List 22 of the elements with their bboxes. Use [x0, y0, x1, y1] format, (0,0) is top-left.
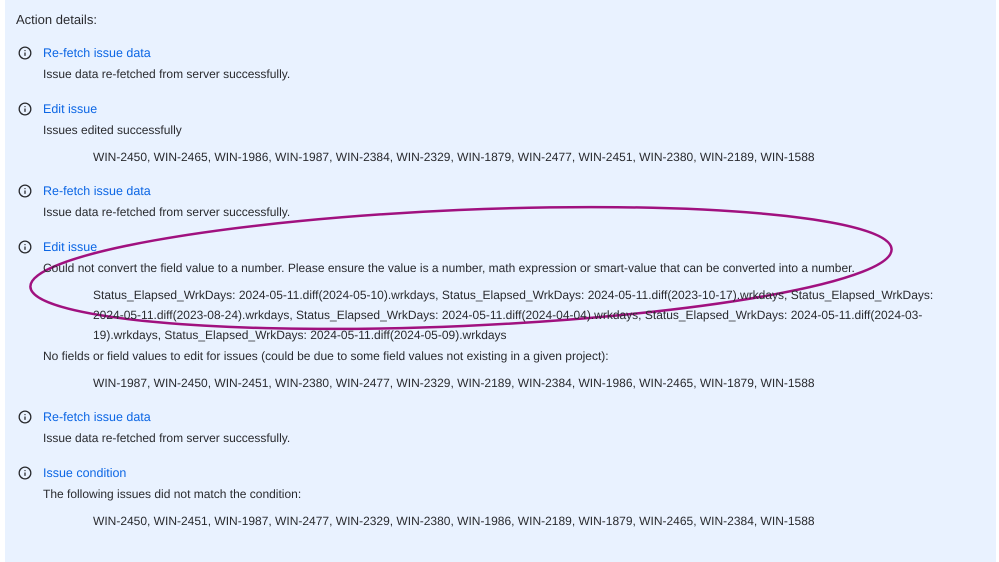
message-text: Issues edited successfully: [43, 122, 183, 139]
message-text: No fields or field values to edit for issues (could be due to some field values not existing in a given project):: [43, 348, 610, 365]
message-text: Issue data re-fetched from server successfully.: [43, 204, 290, 221]
detail-text: WIN-2450, WIN-2465, WIN-1986, WIN-1987, WIN-2384, WIN-2329, WIN-1879, WIN-2477, WIN-2451, WIN-2380, WIN-2189, WIN-1588: [92, 149, 816, 166]
info-icon: [18, 184, 32, 198]
info-icon: [18, 240, 32, 254]
message-text: Issue data re-fetched from server successfully.: [43, 430, 290, 447]
action-link[interactable]: Issue condition: [43, 463, 126, 483]
section-heading: Action details:: [16, 11, 98, 29]
info-icon: [18, 466, 32, 480]
action-link[interactable]: Re-fetch issue data: [43, 181, 151, 201]
action-link[interactable]: Edit issue: [43, 237, 98, 257]
message-text: The following issues did not match the condition:: [43, 486, 302, 503]
message-text: Issue data re-fetched from server successfully.: [43, 66, 290, 83]
info-icon: [18, 102, 32, 116]
detail-text: WIN-2450, WIN-2451, WIN-1987, WIN-2477, WIN-2329, WIN-2380, WIN-1986, WIN-2189, WIN-1879, WIN-2465, WIN-2384, WIN-1588: [92, 513, 816, 530]
info-icon: [18, 410, 32, 424]
action-link[interactable]: Edit issue: [43, 99, 98, 119]
action-link[interactable]: Re-fetch issue data: [43, 43, 151, 63]
action-link[interactable]: Re-fetch issue data: [43, 407, 151, 427]
info-icon: [18, 46, 32, 60]
detail-text: WIN-1987, WIN-2450, WIN-2451, WIN-2380, WIN-2477, WIN-2329, WIN-2189, WIN-2384, WIN-1986, WIN-2465, WIN-1879, WIN-1588: [92, 375, 816, 392]
